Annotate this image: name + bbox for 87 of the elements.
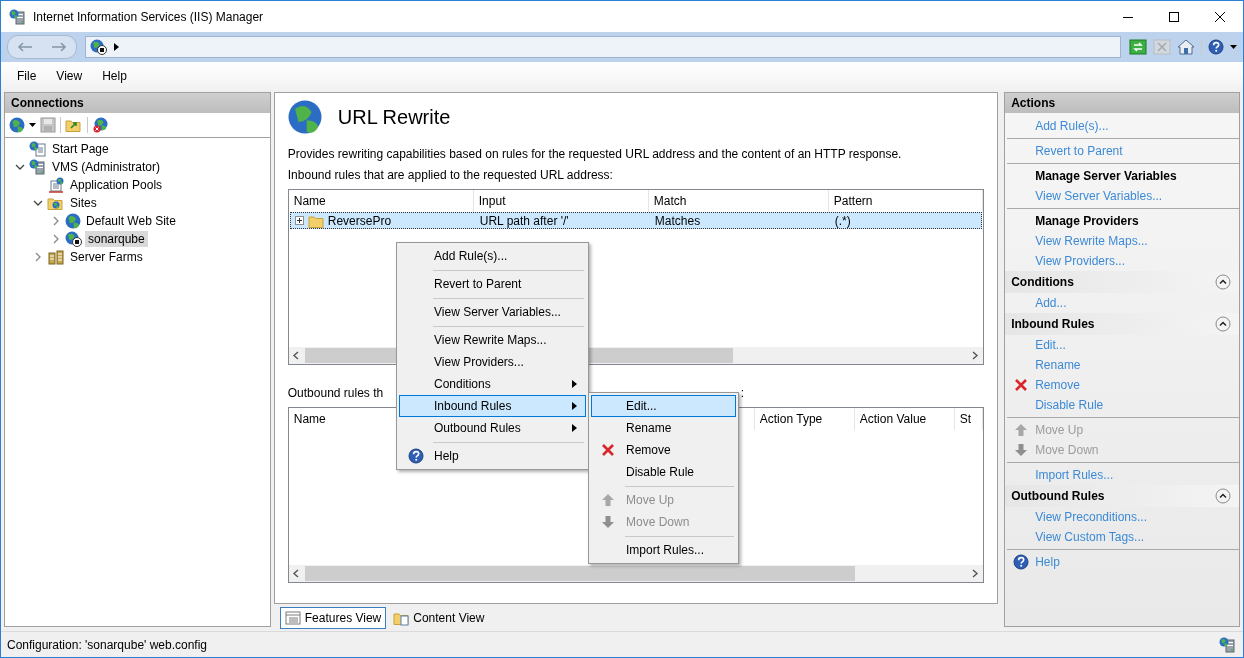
stopped-globe-icon xyxy=(90,39,108,55)
table-row[interactable]: ReversePro URL path after '/' Matches (.*) xyxy=(289,212,983,229)
folder-up-icon[interactable] xyxy=(65,117,83,133)
collapse-icon[interactable] xyxy=(1215,274,1231,290)
status-text: Configuration: 'sonarqube' web.config xyxy=(7,637,208,652)
column-header[interactable]: St xyxy=(954,408,984,430)
sites-folder-icon xyxy=(47,195,65,211)
tree-item[interactable]: Application Pools xyxy=(67,177,166,193)
globe-icon xyxy=(65,213,81,229)
close-icon xyxy=(1215,11,1225,22)
stopped-globe-icon xyxy=(65,231,83,247)
tree-item[interactable]: Sites xyxy=(67,195,100,211)
menu-item[interactable]: Disable Rule xyxy=(591,461,736,483)
view-tab[interactable]: Features View xyxy=(279,606,387,629)
menu-item[interactable]: View Providers... xyxy=(399,351,586,373)
table-cell: Matches xyxy=(654,213,701,228)
panel-header: Actions xyxy=(1005,93,1239,113)
menu-bar-item[interactable]: Help xyxy=(92,69,137,83)
menu-bar-item[interactable]: File xyxy=(7,69,47,83)
window-title: Internet Information Services (IIS) Manager xyxy=(33,9,265,24)
tree-item[interactable]: Start Page xyxy=(49,141,112,157)
help-icon[interactable] xyxy=(1208,39,1224,55)
menu-item[interactable]: Edit... xyxy=(591,395,736,417)
menu-item[interactable]: Rename xyxy=(591,417,736,439)
down-arrow-icon xyxy=(1013,442,1030,458)
menu-item[interactable]: Inbound Rules xyxy=(399,395,586,417)
menu-item[interactable]: Add Rule(s)... xyxy=(399,245,586,267)
tree-item[interactable]: Server Farms xyxy=(67,249,146,265)
table-cell: (.*) xyxy=(834,213,851,228)
remove-icon xyxy=(1013,377,1030,393)
start-page-icon xyxy=(29,141,47,157)
feature-title: URL Rewrite xyxy=(337,105,451,129)
view-tab[interactable]: Content View xyxy=(388,606,490,629)
collapse-icon[interactable] xyxy=(1215,488,1231,504)
menu-item[interactable]: View Rewrite Maps... xyxy=(399,329,586,351)
features-view-icon xyxy=(284,609,301,626)
menu-item[interactable]: Remove xyxy=(591,439,736,461)
help-icon xyxy=(1013,554,1030,570)
iis-manager-icon xyxy=(9,8,27,25)
tree-item[interactable]: sonarqube xyxy=(85,231,148,247)
menu-item[interactable]: Import Rules... xyxy=(591,539,736,561)
disconnect-icon[interactable] xyxy=(92,117,110,133)
menu-item[interactable]: Conditions xyxy=(399,373,586,395)
caret-icon[interactable] xyxy=(1230,45,1237,49)
feature-description: Provides rewriting capabilities based on rules for the requested URL address and the content of an HTTP response. xyxy=(287,147,903,161)
server-icon xyxy=(29,159,47,175)
home-icon[interactable] xyxy=(1177,39,1195,55)
breadcrumb-arrow-icon[interactable] xyxy=(114,43,119,51)
chevron-icon[interactable] xyxy=(15,162,25,172)
menu-item[interactable]: Help xyxy=(399,445,586,467)
remove-icon xyxy=(600,442,616,458)
panel-header: Connections xyxy=(5,93,270,113)
horizontal-scrollbar[interactable] xyxy=(288,565,984,582)
globe-icon[interactable] xyxy=(9,117,25,133)
menu-item[interactable]: Revert to Parent xyxy=(399,273,586,295)
refresh-icon[interactable] xyxy=(1129,39,1147,55)
maximize-icon xyxy=(1169,11,1179,22)
up-arrow-icon xyxy=(600,492,616,508)
down-arrow-icon xyxy=(600,514,616,530)
address-field[interactable] xyxy=(85,36,1121,58)
menu-item[interactable]: View Server Variables... xyxy=(399,301,586,323)
section-title: Outbound Rules xyxy=(1011,489,1105,503)
table-cell: ReversePro xyxy=(327,213,392,228)
expand-box-icon[interactable] xyxy=(294,216,304,225)
tree-item[interactable]: Default Web Site xyxy=(83,213,179,229)
collapse-icon[interactable] xyxy=(1215,316,1231,332)
chevron-icon[interactable] xyxy=(33,198,43,208)
menu-bar-item[interactable]: View xyxy=(46,69,93,83)
caret-icon[interactable] xyxy=(29,123,36,127)
section-title: Inbound Rules xyxy=(1011,317,1095,331)
help-icon xyxy=(408,448,424,464)
menu-item[interactable]: Outbound Rules xyxy=(399,417,586,439)
column-header[interactable]: Action Value xyxy=(854,408,955,430)
section-title: Conditions xyxy=(1011,275,1074,289)
action-group-heading: Manage Providers xyxy=(1035,214,1139,228)
table-cell: URL path after '/' xyxy=(479,213,569,228)
tree-item[interactable]: VMS (Administrator) xyxy=(49,159,164,175)
up-arrow-icon xyxy=(1013,422,1030,438)
table-caption: Outbound rules th xyxy=(287,386,385,400)
action-group-heading: Manage Server Variables xyxy=(1035,169,1177,183)
globe-icon xyxy=(287,100,322,134)
server-icon xyxy=(1219,636,1237,653)
column-header[interactable]: Action Type xyxy=(754,408,855,430)
table-caption: Inbound rules that are applied to the requested URL address: xyxy=(287,168,614,182)
server-farms-icon xyxy=(47,249,65,265)
application-pools-icon xyxy=(47,177,65,193)
caption-end: : xyxy=(740,386,745,400)
